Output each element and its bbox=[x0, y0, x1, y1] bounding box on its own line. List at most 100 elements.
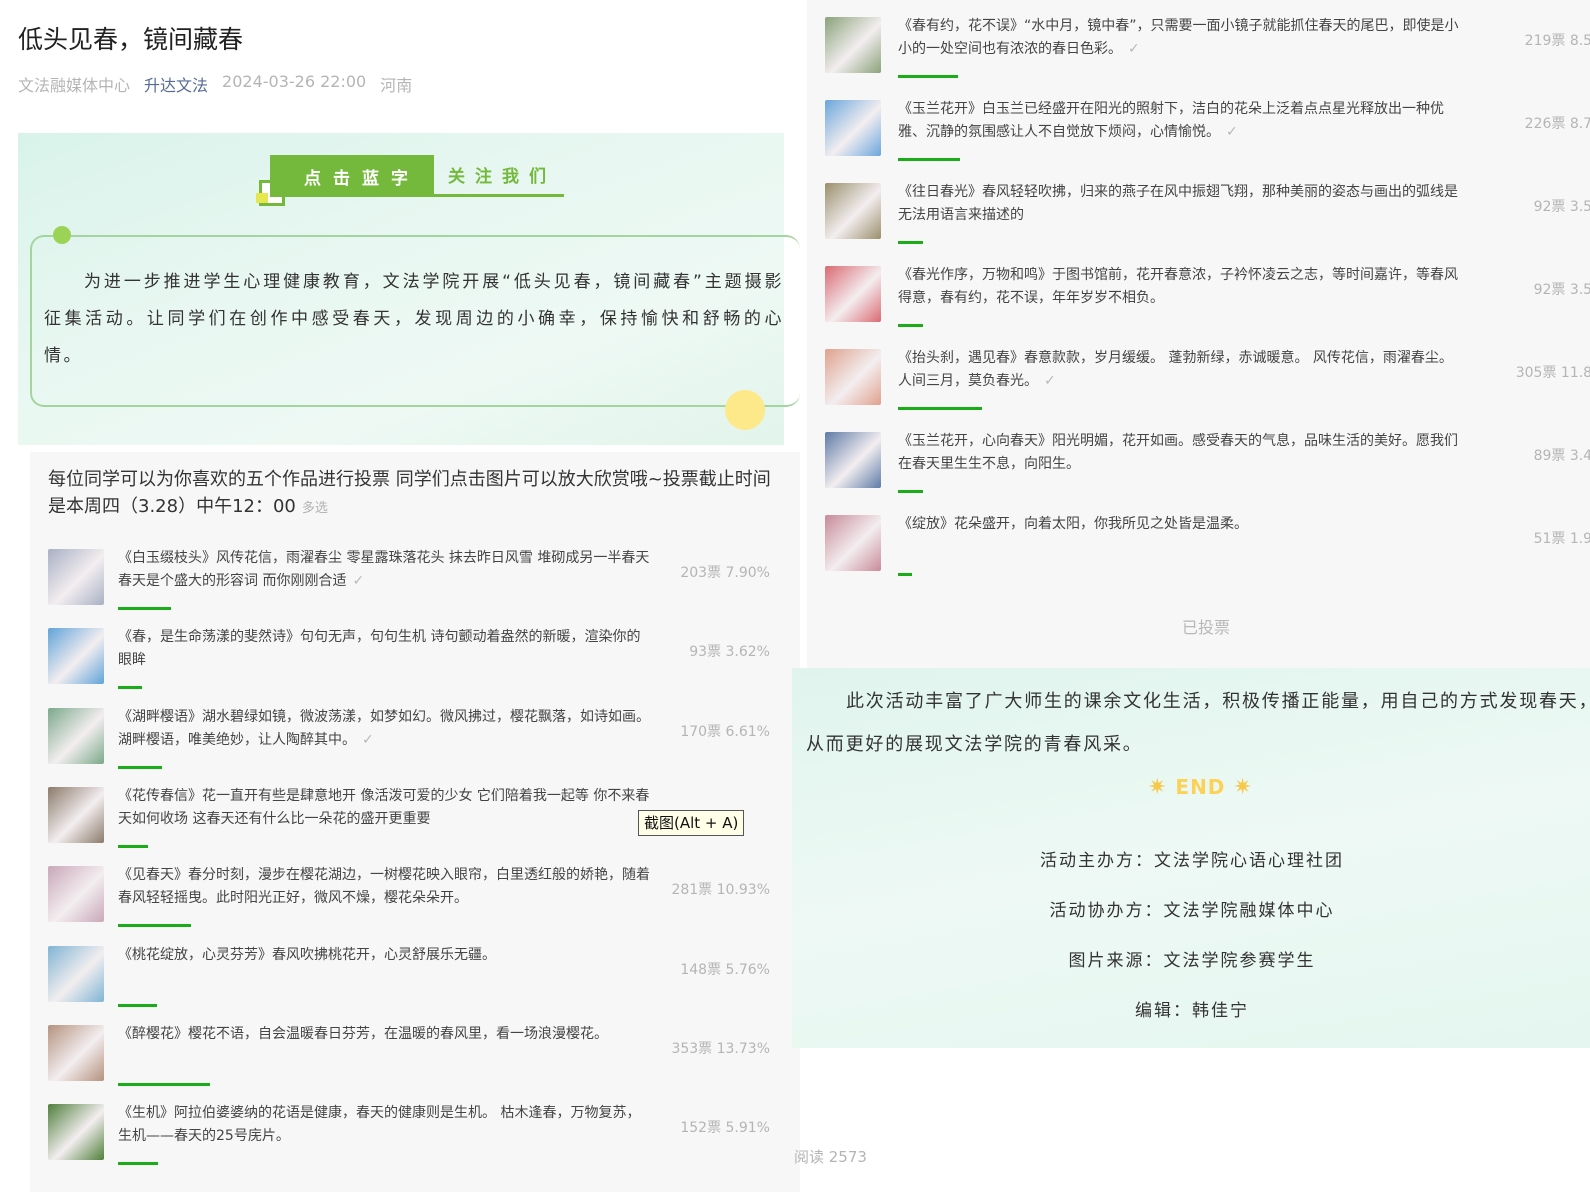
vote-option-text: 《醉樱花》樱花不语，自会温暖春日芬芳，在温暖的春风里，看一场浪漫樱花。 bbox=[118, 1023, 653, 1046]
vote-option-text: 《春有约，花不误》“水中月，镜中春”，只需要一面小镜子就能抓住春天的尾巴，即使是… bbox=[898, 15, 1470, 61]
vote-option-progress-bar bbox=[118, 1003, 157, 1007]
vote-option-text: 《春，是生命荡漾的斐然诗》句句无声，句句生机 诗句颤动着盎然的新暖，渲染你的眼眸 bbox=[118, 626, 653, 672]
vote-option[interactable]: 《湖畔樱语》湖水碧绿如镜，微波荡漾，如梦如幻。微风拂过，樱花飘落，如诗如画。湖畔… bbox=[48, 706, 778, 786]
vote-instructions-text: 每位同学可以为你喜欢的五个作品进行投票 同学们点击图片可以放大欣赏哦~投票截止时… bbox=[48, 469, 771, 517]
vote-option-text: 《春光作序，万物和鸣》于图书馆前，花开春意浓，子衿怀凌云之志，等时间嘉许，等春风… bbox=[898, 264, 1470, 310]
vote-option-text: 《往日春光》春风轻轻吹拂，归来的燕子在风中振翅飞翔，那种美丽的姿态与画出的弧线是… bbox=[898, 181, 1470, 227]
vote-option-thumbnail[interactable] bbox=[825, 432, 881, 488]
vote-option[interactable]: 《生机》阿拉伯婆婆纳的花语是健康，春天的健康则是生机。 枯木逢春，万物复苏，生机… bbox=[48, 1104, 778, 1182]
vote-option-thumbnail[interactable] bbox=[825, 183, 881, 239]
intro-dot-decoration bbox=[53, 226, 71, 244]
vote-option-text: 《生机》阿拉伯婆婆纳的花语是健康，春天的健康则是生机。 枯木逢春，万物复苏，生机… bbox=[118, 1102, 653, 1148]
vote-option[interactable]: 《绽放》花朵盛开，向着太阳，你我所见之处皆是温柔。 51票 1.98 bbox=[825, 515, 1590, 595]
vote-option-count: 281票 10.93% bbox=[671, 882, 770, 899]
yellow-dot-decoration bbox=[725, 390, 765, 430]
vote-option[interactable]: 《桃花绽放，心灵芬芳》春风吹拂桃花开，心灵舒展乐无疆。 148票 5.76% bbox=[48, 945, 778, 1024]
vote-option-thumbnail[interactable] bbox=[825, 100, 881, 156]
vote-option-label: 《醉樱花》樱花不语，自会温暖春日芬芳，在温暖的春风里，看一场浪漫樱花。 bbox=[118, 1025, 608, 1042]
vote-option-progress-bar bbox=[118, 1082, 210, 1086]
vote-option-thumbnail[interactable] bbox=[48, 1024, 104, 1081]
check-icon: ✓ bbox=[352, 573, 365, 589]
vote-option-thumbnail[interactable] bbox=[825, 515, 881, 571]
vote-option-label: 《玉兰花开，心向春天》阳光明媚，花开如画。感受春天的气息，品味生活的美好。愿我们… bbox=[898, 433, 1458, 472]
vote-option-label: 《春光作序，万物和鸣》于图书馆前，花开春意浓，子衿怀凌云之志，等时间嘉许，等春风… bbox=[898, 267, 1458, 306]
vote-option-label: 《春有约，花不误》“水中月，镜中春”，只需要一面小镜子就能抓住春天的尾巴，即使是… bbox=[898, 18, 1459, 57]
vote-option-progress-bar bbox=[898, 158, 961, 161]
left-page-column: 低头见春，镜间藏春 文法融媒体中心 升达文法 2024-03-26 22:00 … bbox=[0, 0, 800, 1192]
vote-option-thumbnail[interactable] bbox=[825, 349, 881, 405]
vote-option-count: 92票 3.58 bbox=[1533, 199, 1590, 215]
vote-instructions: 每位同学可以为你喜欢的五个作品进行投票 同学们点击图片可以放大欣赏哦~投票截止时… bbox=[48, 466, 788, 522]
vote-option-thumbnail[interactable] bbox=[48, 707, 104, 764]
vote-option-progress-bar bbox=[898, 241, 924, 244]
vote-option-label: 《白玉缀枝头》风传花信，雨濯春尘 零星露珠落花头 抹去昨日风雪 堆砌成另一半春天… bbox=[118, 550, 650, 589]
vote-option-label: 《绽放》花朵盛开，向着太阳，你我所见之处皆是温柔。 bbox=[898, 516, 1248, 532]
star-icon: ✷ bbox=[1233, 775, 1253, 800]
vote-option-progress-bar bbox=[118, 1162, 158, 1166]
vote-option-thumbnail[interactable] bbox=[48, 628, 104, 685]
vote-option-progress-bar bbox=[118, 686, 143, 690]
vote-option[interactable]: 《抬头刹，遇见春》春意款款，岁月缓缓。 蓬勃新绿，赤诚暖意。 风传花信，雨濯春尘… bbox=[825, 349, 1590, 429]
check-icon: ✓ bbox=[1128, 41, 1140, 57]
vote-option-count: 170票 6.61% bbox=[680, 723, 770, 740]
vote-option-text: 《玉兰花开》白玉兰已经盛开在阳光的照射下，洁白的花朵上泛着点点星光释放出一种优雅… bbox=[898, 98, 1470, 144]
vote-option-text: 《花传春信》花一直开有些是肆意地开 像活泼可爱的少女 它们陪着我一起等 你不来春… bbox=[118, 785, 653, 831]
vote-option-label: 《春，是生命荡漾的斐然诗》句句无声，句句生机 诗句颤动着盎然的新暖，渲染你的眼眸 bbox=[118, 629, 641, 669]
article-region: 河南 bbox=[380, 76, 413, 95]
vote-option-progress-bar bbox=[118, 844, 149, 848]
vote-option-count: 152票 5.91% bbox=[680, 1120, 770, 1137]
article-meta: 文法融媒体中心 升达文法 2024-03-26 22:00 河南 bbox=[18, 72, 412, 96]
vote-option-label: 《桃花绽放，心灵芬芳》春风吹拂桃花开，心灵舒展乐无疆。 bbox=[118, 946, 496, 963]
vote-option-label: 《往日春光》春风轻轻吹拂，归来的燕子在风中振翅飞翔，那种美丽的姿态与画出的弧线是… bbox=[898, 184, 1458, 223]
vote-option-progress-bar bbox=[898, 490, 923, 493]
vote-option-thumbnail[interactable] bbox=[48, 786, 104, 843]
vote-option-thumbnail[interactable] bbox=[48, 1104, 104, 1161]
vote-option[interactable]: 《玉兰花开，心向春天》阳光明媚，花开如画。感受春天的气息，品味生活的美好。愿我们… bbox=[825, 432, 1590, 512]
vote-option[interactable]: 《玉兰花开》白玉兰已经盛开在阳光的照射下，洁白的花朵上泛着点点星光释放出一种优雅… bbox=[825, 100, 1590, 180]
vote-option-progress-bar bbox=[118, 765, 163, 769]
vote-option-count: 92票 3.58 bbox=[1533, 282, 1590, 298]
vote-option-thumbnail[interactable] bbox=[825, 17, 881, 73]
vote-option-count: 89票 3.46 bbox=[1533, 448, 1590, 464]
intro-paragraph: 为进一步推进学生心理健康教育，文法学院开展“低头见春，镜间藏春”主题摄影征集活动… bbox=[44, 272, 784, 366]
vote-option-text: 《玉兰花开，心向春天》阳光明媚，花开如画。感受春天的气息，品味生活的美好。愿我们… bbox=[898, 430, 1470, 476]
vote-option-label: 《花传春信》花一直开有些是肆意地开 像活泼可爱的少女 它们陪着我一起等 你不来春… bbox=[118, 787, 650, 827]
vote-option[interactable]: 《春光作序，万物和鸣》于图书馆前，花开春意浓，子衿怀凌云之志，等时间嘉许，等春风… bbox=[825, 266, 1590, 346]
vote-option[interactable]: 《醉樱花》樱花不语，自会温暖春日芬芳，在温暖的春风里，看一场浪漫樱花。 353票 … bbox=[48, 1023, 778, 1103]
vote-option-text: 《见春天》春分时刻，漫步在樱花湖边，一树樱花映入眼帘，白里透红般的娇艳，随着春风… bbox=[118, 864, 653, 910]
vote-option[interactable]: 《春有约，花不误》“水中月，镜中春”，只需要一面小镜子就能抓住春天的尾巴，即使是… bbox=[825, 17, 1590, 97]
vote-option-thumbnail[interactable] bbox=[825, 266, 881, 322]
vote-option-thumbnail[interactable] bbox=[48, 866, 104, 923]
vote-option-text: 《湖畔樱语》湖水碧绿如镜，微波荡漾，如梦如幻。微风拂过，樱花飘落，如诗如画。湖畔… bbox=[118, 706, 653, 752]
right-page-column: 《春有约，花不误》“水中月，镜中春”，只需要一面小镜子就能抓住春天的尾巴，即使是… bbox=[792, 0, 1590, 1192]
read-count: 阅读 2573 bbox=[794, 1148, 867, 1166]
vote-option-thumbnail[interactable] bbox=[48, 549, 104, 605]
article-source[interactable]: 文法融媒体中心 bbox=[18, 72, 130, 96]
vote-option-count: 219票 8.52 bbox=[1524, 33, 1590, 49]
follow-right-label: 关注我们 bbox=[434, 155, 564, 197]
vote-option-count: 226票 8.79 bbox=[1524, 116, 1590, 132]
check-icon: ✓ bbox=[1044, 373, 1056, 389]
vote-option[interactable]: 《春，是生命荡漾的斐然诗》句句无声，句句生机 诗句颤动着盎然的新暖，渲染你的眼眸… bbox=[48, 628, 778, 706]
star-icon: ✷ bbox=[1148, 775, 1168, 800]
follow-left-label: 点击蓝字 bbox=[270, 155, 434, 197]
vote-option-progress-bar bbox=[898, 573, 913, 576]
vote-option-label: 《玉兰花开》白玉兰已经盛开在阳光的照射下，洁白的花朵上泛着点点星光释放出一种优雅… bbox=[898, 101, 1444, 140]
vote-option-thumbnail[interactable] bbox=[48, 945, 104, 1002]
outro-paragraph: 此次活动丰富了广大师生的课余文化生活，积极传播正能量，用自己的方式发现春天，从而… bbox=[806, 691, 1590, 755]
vote-option-progress-bar bbox=[118, 924, 192, 928]
article-author-link[interactable]: 升达文法 bbox=[144, 72, 208, 96]
follow-banner[interactable]: 点击蓝字 关注我们 bbox=[270, 155, 564, 197]
vote-option-progress-bar bbox=[898, 324, 924, 327]
check-icon: ✓ bbox=[1226, 124, 1238, 140]
voted-status: 已投票 bbox=[1182, 618, 1231, 637]
vote-option[interactable]: 《见春天》春分时刻，漫步在樱花湖边，一树樱花映入眼帘，白里透红般的娇艳，随着春风… bbox=[48, 866, 778, 944]
credit-co-organizer: 活动协办方：文法学院融媒体中心 bbox=[1049, 901, 1335, 921]
multi-select-label: 多选 bbox=[301, 501, 328, 516]
vote-option-count: 353票 13.73% bbox=[671, 1040, 770, 1057]
screenshot-tooltip: 截图(Alt + A) bbox=[638, 810, 745, 836]
vote-option-count: 148票 5.76% bbox=[680, 961, 770, 978]
check-icon: ✓ bbox=[362, 731, 374, 748]
vote-option[interactable]: 《往日春光》春风轻轻吹拂，归来的燕子在风中振翅飞翔，那种美丽的姿态与画出的弧线是… bbox=[825, 183, 1590, 263]
vote-option[interactable]: 《白玉缀枝头》风传花信，雨濯春尘 零星露珠落花头 抹去昨日风雪 堆砌成另一半春天… bbox=[48, 549, 778, 627]
